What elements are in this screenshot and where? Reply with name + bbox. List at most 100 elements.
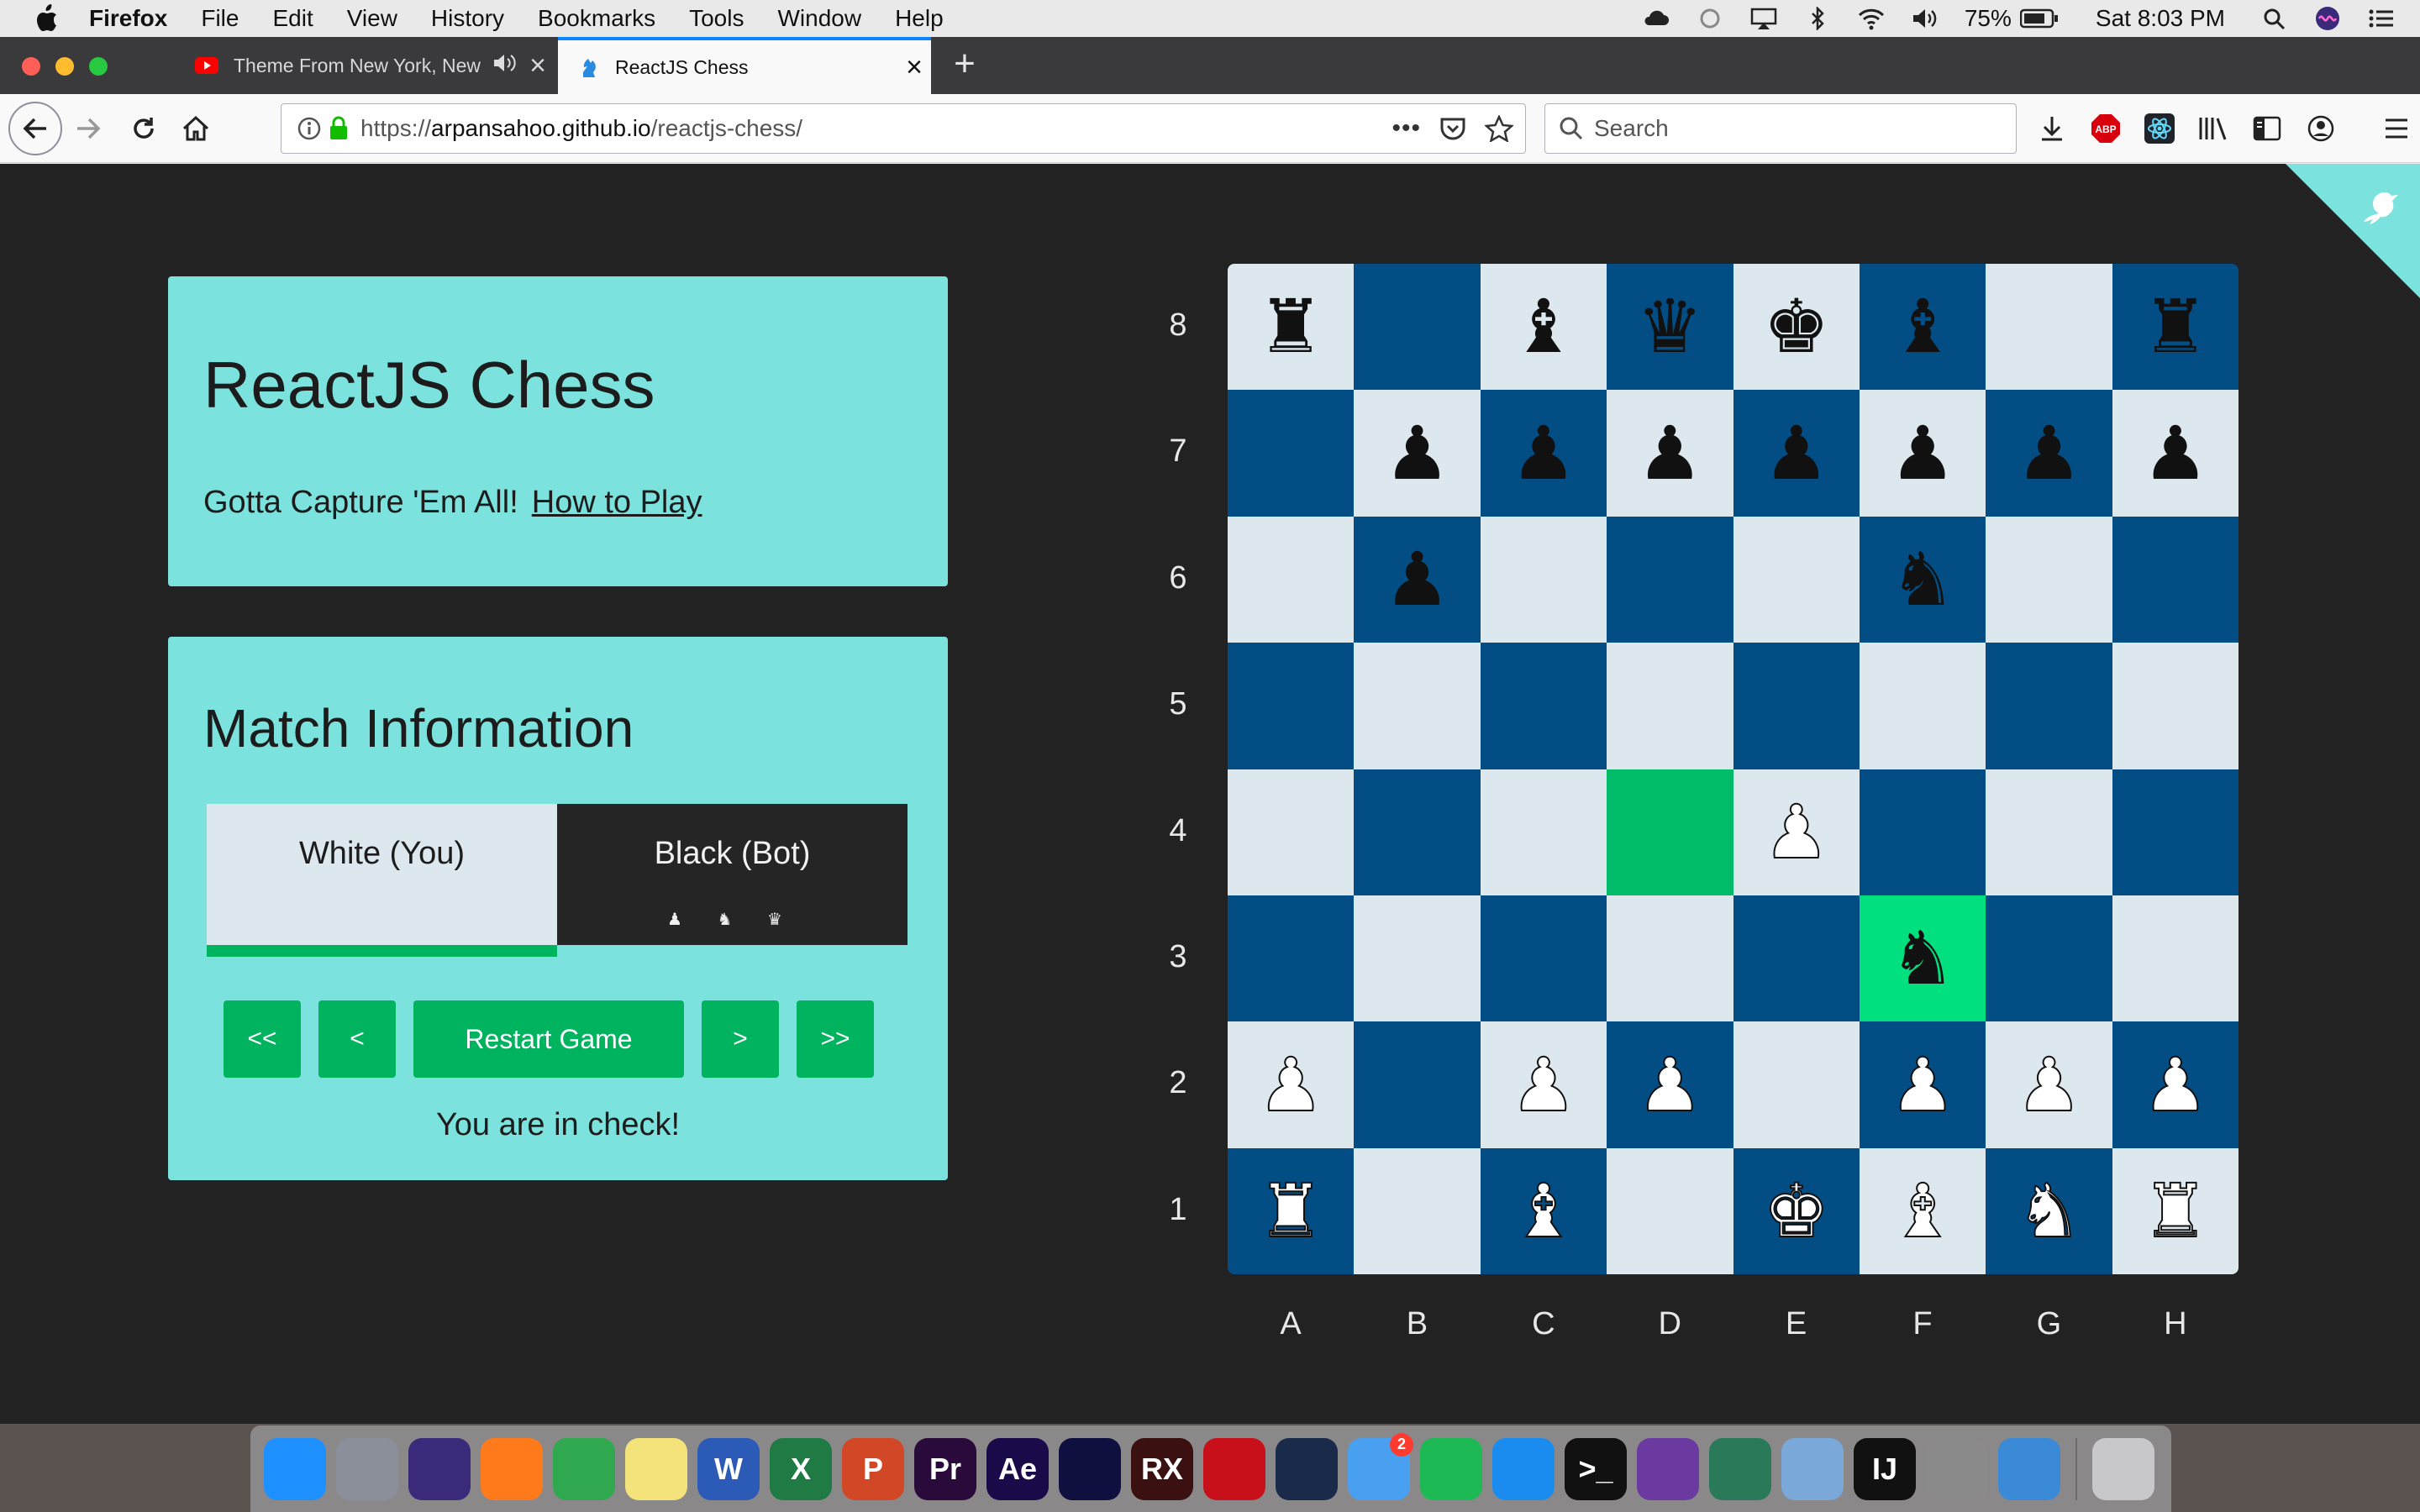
menu-view[interactable]: View: [347, 5, 397, 32]
menu-file[interactable]: File: [201, 5, 239, 32]
square-h4[interactable]: [2112, 769, 2238, 895]
square-f6[interactable]: ♞: [1859, 516, 1986, 643]
square-d1[interactable]: [1607, 1147, 1733, 1274]
square-h3[interactable]: [2112, 895, 2238, 1022]
square-b8[interactable]: [1354, 264, 1481, 391]
square-b4[interactable]: [1354, 769, 1481, 895]
spotify-icon[interactable]: [1420, 1437, 1482, 1500]
square-e5[interactable]: [1733, 643, 1860, 769]
sync-icon[interactable]: [1696, 7, 1724, 30]
home-button[interactable]: [173, 106, 218, 151]
firefox-icon[interactable]: [481, 1437, 543, 1500]
terminal-icon[interactable]: >_: [1565, 1437, 1627, 1500]
white-bishop-icon[interactable]: ♝: [1889, 1173, 1957, 1248]
square-e4[interactable]: ♟: [1733, 769, 1860, 895]
close-window-button[interactable]: [22, 57, 40, 76]
restart-game-button[interactable]: Restart Game: [413, 1000, 684, 1078]
square-b6[interactable]: ♟: [1354, 516, 1481, 643]
white-rook-icon[interactable]: ♜: [1257, 1173, 1325, 1248]
menu-clock[interactable]: Sat 8:03 PM: [2096, 5, 2225, 32]
acrobat-icon[interactable]: [1203, 1437, 1265, 1500]
white-pawn-icon[interactable]: ♟: [1510, 1047, 1578, 1122]
square-a1[interactable]: ♜: [1228, 1147, 1355, 1274]
square-h2[interactable]: ♟: [2112, 1021, 2238, 1148]
xcode-icon[interactable]: [1998, 1437, 2060, 1500]
close-tab-icon[interactable]: ×: [897, 53, 931, 81]
wifi-icon[interactable]: [1857, 7, 1886, 30]
white-bishop-icon[interactable]: ♝: [1510, 1173, 1578, 1248]
new-tab-button[interactable]: +: [944, 44, 985, 84]
square-h6[interactable]: [2112, 516, 2238, 643]
square-c5[interactable]: [1480, 643, 1607, 769]
messages-icon[interactable]: 2: [1348, 1432, 1413, 1500]
white-king-icon[interactable]: ♚: [1762, 1173, 1830, 1248]
square-d8[interactable]: ♛: [1607, 264, 1733, 391]
volume-icon[interactable]: [1911, 7, 1939, 30]
black-knight-icon[interactable]: ♞: [1890, 542, 1956, 617]
square-g8[interactable]: [1986, 264, 2112, 391]
square-b1[interactable]: [1354, 1147, 1481, 1274]
square-a8[interactable]: ♜: [1228, 264, 1355, 391]
square-h8[interactable]: ♜: [2112, 264, 2238, 391]
square-c8[interactable]: ♝: [1480, 264, 1607, 391]
quicktime-icon[interactable]: [1276, 1437, 1338, 1500]
square-e3[interactable]: [1733, 895, 1860, 1022]
black-pawn-icon[interactable]: ♟: [1637, 416, 1703, 491]
white-rook-icon[interactable]: ♜: [2141, 1173, 2209, 1248]
reload-button[interactable]: [121, 106, 166, 151]
premiere-icon[interactable]: Pr: [914, 1437, 976, 1500]
square-e6[interactable]: [1733, 516, 1860, 643]
square-b3[interactable]: [1354, 895, 1481, 1022]
black-pawn-icon[interactable]: ♟: [1763, 416, 1829, 491]
white-pawn-icon[interactable]: ♟: [1257, 1047, 1325, 1122]
square-c3[interactable]: [1480, 895, 1607, 1022]
square-f1[interactable]: ♝: [1859, 1147, 1986, 1274]
pocket-icon[interactable]: [1439, 116, 1466, 141]
square-e1[interactable]: ♚: [1733, 1147, 1860, 1274]
menu-help[interactable]: Help: [895, 5, 944, 32]
address-bar[interactable]: https://arpansahoo.github.io/reactjs-che…: [281, 103, 1526, 154]
square-g1[interactable]: ♞: [1986, 1147, 2112, 1274]
black-pawn-icon[interactable]: ♟: [1384, 542, 1450, 617]
menu-app-name[interactable]: Firefox: [89, 5, 167, 32]
next-move-button[interactable]: >: [702, 1000, 779, 1078]
github-desktop-icon[interactable]: [1637, 1437, 1699, 1500]
square-f4[interactable]: [1859, 769, 1986, 895]
black-queen-icon[interactable]: ♛: [1637, 290, 1703, 364]
spotlight-icon[interactable]: [2260, 7, 2289, 30]
search-input[interactable]: [1594, 115, 1997, 142]
search-bar[interactable]: [1544, 103, 2017, 154]
white-pawn-icon[interactable]: ♟: [1636, 1047, 1704, 1122]
airplay-icon[interactable]: [1749, 7, 1778, 30]
square-f2[interactable]: ♟: [1859, 1021, 1986, 1148]
square-d6[interactable]: [1607, 516, 1733, 643]
word-icon[interactable]: W: [697, 1437, 760, 1500]
square-b5[interactable]: [1354, 643, 1481, 769]
square-g7[interactable]: ♟: [1986, 390, 2112, 517]
account-icon[interactable]: [2302, 110, 2339, 147]
download-icon[interactable]: [2033, 110, 2070, 147]
square-f7[interactable]: ♟: [1859, 390, 1986, 517]
notification-center-icon[interactable]: [2366, 7, 2395, 30]
sidebar-icon[interactable]: [2249, 110, 2286, 147]
zoom-window-button[interactable]: [89, 57, 108, 76]
square-e2[interactable]: [1733, 1021, 1860, 1148]
library-icon[interactable]: [2195, 110, 2232, 147]
intellij-icon[interactable]: IJ: [1854, 1437, 1916, 1500]
info-icon[interactable]: [297, 116, 322, 141]
square-h5[interactable]: [2112, 643, 2238, 769]
launchpad-icon[interactable]: [336, 1437, 398, 1500]
last-move-button[interactable]: >>: [797, 1000, 874, 1078]
react-devtools-icon[interactable]: [2141, 110, 2178, 147]
black-king-icon[interactable]: ♚: [1763, 290, 1829, 364]
black-rook-icon[interactable]: ♜: [2142, 290, 2208, 364]
atom-icon[interactable]: [1709, 1437, 1771, 1500]
square-d7[interactable]: ♟: [1607, 390, 1733, 517]
menu-history[interactable]: History: [431, 5, 504, 32]
adblock-icon[interactable]: ABP: [2087, 110, 2124, 147]
close-tab-icon[interactable]: ×: [521, 51, 555, 80]
white-pawn-icon[interactable]: ♟: [2141, 1047, 2209, 1122]
excel-icon[interactable]: X: [770, 1437, 832, 1500]
black-bishop-icon[interactable]: ♝: [1890, 290, 1956, 364]
black-pawn-icon[interactable]: ♟: [2142, 416, 2208, 491]
